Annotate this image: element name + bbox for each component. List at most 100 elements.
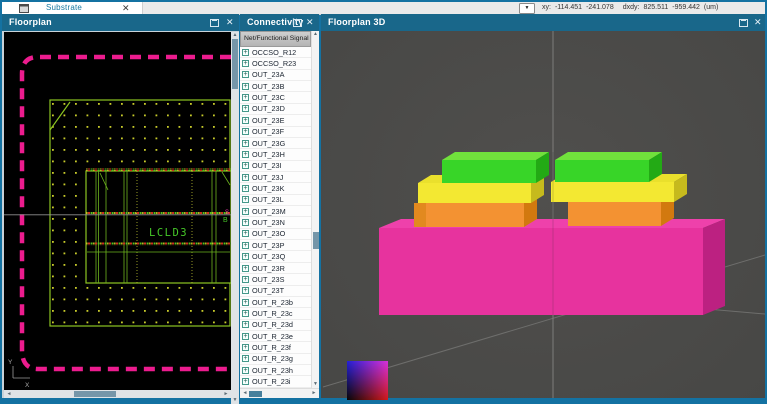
expand-plus-icon[interactable]: + [242, 174, 249, 181]
scroll-up-icon[interactable]: ▲ [231, 32, 239, 39]
hscroll-thumb[interactable] [74, 391, 116, 397]
expand-plus-icon[interactable]: + [242, 162, 249, 169]
scroll-right-icon[interactable]: ► [222, 390, 230, 398]
expand-plus-icon[interactable]: + [242, 265, 249, 272]
viewport-3d[interactable] [321, 31, 765, 398]
net-column-header[interactable]: Net/Functional Signal [240, 31, 311, 47]
connectivity-hscrollbar[interactable]: ◄ ► [240, 388, 319, 398]
expand-plus-icon[interactable]: + [242, 355, 249, 362]
net-row[interactable]: + OCCSO_R12 [240, 47, 311, 58]
net-row[interactable]: + OUT_23N [240, 217, 311, 228]
scene-3d [321, 31, 765, 398]
expand-plus-icon[interactable]: + [242, 310, 249, 317]
expand-plus-icon[interactable]: + [242, 253, 249, 260]
close-icon[interactable]: ✕ [306, 16, 314, 29]
net-row[interactable]: + OUT_23Q [240, 251, 311, 262]
expand-plus-icon[interactable]: + [242, 196, 249, 203]
scroll-left-icon[interactable]: ◄ [241, 389, 249, 397]
expand-plus-icon[interactable]: + [242, 140, 249, 147]
net-row[interactable]: + OUT_23C [240, 92, 311, 103]
expand-plus-icon[interactable]: + [242, 299, 249, 306]
net-row[interactable]: + OUT_23I [240, 161, 311, 172]
expand-plus-icon[interactable]: + [242, 219, 249, 226]
expand-plus-icon[interactable]: + [242, 378, 249, 385]
scroll-left-icon[interactable]: ◄ [5, 390, 13, 398]
net-row[interactable]: + OUT_23J [240, 172, 311, 183]
expand-plus-icon[interactable]: + [242, 83, 249, 90]
expand-plus-icon[interactable]: + [242, 344, 249, 351]
net-row[interactable]: + OUT_23M [240, 206, 311, 217]
net-row[interactable]: + OUT_R_23b [240, 297, 311, 308]
orientation-gradient-cube[interactable] [347, 361, 388, 400]
maximize-icon[interactable] [293, 19, 302, 27]
expand-plus-icon[interactable]: + [242, 230, 249, 237]
net-row[interactable]: + OUT_R_23f [240, 342, 311, 353]
net-name: OUT_23N [252, 218, 285, 227]
scroll-up-icon[interactable]: ▲ [312, 31, 319, 38]
net-row[interactable]: + OUT_R_23i [240, 376, 311, 387]
tab-close-icon[interactable]: ✕ [122, 2, 130, 14]
net-row[interactable]: + OUT_23T [240, 286, 311, 297]
net-name: OUT_23D [252, 104, 285, 113]
close-icon[interactable]: ✕ [754, 16, 762, 29]
expand-plus-icon[interactable]: + [242, 117, 249, 124]
expand-plus-icon[interactable]: + [242, 71, 249, 78]
expand-plus-icon[interactable]: + [242, 60, 249, 67]
floorplan-title: Floorplan [9, 17, 52, 27]
net-name: OUT_23T [252, 286, 284, 295]
floorplan-vscrollbar[interactable]: ▲ ▼ [231, 32, 239, 404]
tab-substrate[interactable]: Substrate ✕ [2, 2, 143, 14]
expand-plus-icon[interactable]: + [242, 333, 249, 340]
net-row[interactable]: + OUT_23E [240, 115, 311, 126]
net-row[interactable]: + OUT_23R [240, 263, 311, 274]
expand-plus-icon[interactable]: + [242, 321, 249, 328]
expand-plus-icon[interactable]: + [242, 276, 249, 283]
net-row[interactable]: + OUT_R_23d [240, 320, 311, 331]
scroll-down-icon[interactable]: ▼ [312, 381, 319, 388]
expand-plus-icon[interactable]: + [242, 151, 249, 158]
expand-plus-icon[interactable]: + [242, 367, 249, 374]
orange-layer [568, 202, 661, 226]
net-row[interactable]: + OUT_23F [240, 127, 311, 138]
xy-y-value: -241.078 [586, 4, 614, 11]
axis-y-label: Y [8, 359, 13, 366]
expand-plus-icon[interactable]: + [242, 185, 249, 192]
maximize-icon[interactable] [739, 19, 748, 27]
net-row[interactable]: + OUT_23K [240, 183, 311, 194]
tab-title: Substrate [46, 3, 82, 12]
net-row[interactable]: + OCCSO_R23 [240, 58, 311, 69]
expand-plus-icon[interactable]: + [242, 242, 249, 249]
coord-dropdown-button[interactable]: ▼ [519, 3, 535, 14]
net-row[interactable]: + OUT_23L [240, 195, 311, 206]
net-row[interactable]: + OUT_23B [240, 81, 311, 92]
net-row[interactable]: + OUT_R_23h [240, 365, 311, 376]
floorplan-hscrollbar[interactable]: ◄ ► [4, 390, 231, 398]
connectivity-vscrollbar[interactable]: ▲ ▼ [311, 31, 319, 388]
net-row[interactable]: + OUT_23O [240, 229, 311, 240]
net-row[interactable]: + OUT_23G [240, 138, 311, 149]
net-name: OUT_R_23h [252, 366, 293, 375]
net-row[interactable]: + OUT_23H [240, 149, 311, 160]
net-name: OUT_R_23d [252, 320, 293, 329]
net-row[interactable]: + OUT_R_23e [240, 331, 311, 342]
net-row[interactable]: + OUT_23D [240, 104, 311, 115]
expand-plus-icon[interactable]: + [242, 105, 249, 112]
close-icon[interactable]: ✕ [226, 16, 234, 29]
maximize-icon[interactable] [210, 19, 219, 27]
net-row[interactable]: + OUT_23S [240, 274, 311, 285]
scroll-right-icon[interactable]: ► [310, 389, 318, 397]
expand-plus-icon[interactable]: + [242, 287, 249, 294]
net-row[interactable]: + OUT_23P [240, 240, 311, 251]
net-list: + OCCSO_R12 + OCCSO_R23 + OUT_23A + OUT_… [240, 47, 311, 388]
net-row[interactable]: + OUT_23A [240, 70, 311, 81]
vscroll-thumb[interactable] [313, 232, 319, 249]
expand-plus-icon[interactable]: + [242, 49, 249, 56]
floorplan-canvas[interactable]: LCLD3 S B Y X [4, 32, 231, 390]
net-row[interactable]: + OUT_R_23g [240, 354, 311, 365]
expand-plus-icon[interactable]: + [242, 94, 249, 101]
expand-plus-icon[interactable]: + [242, 128, 249, 135]
vscroll-thumb[interactable] [232, 39, 238, 89]
expand-plus-icon[interactable]: + [242, 208, 249, 215]
hscroll-thumb[interactable] [249, 391, 262, 397]
net-row[interactable]: + OUT_R_23c [240, 308, 311, 319]
